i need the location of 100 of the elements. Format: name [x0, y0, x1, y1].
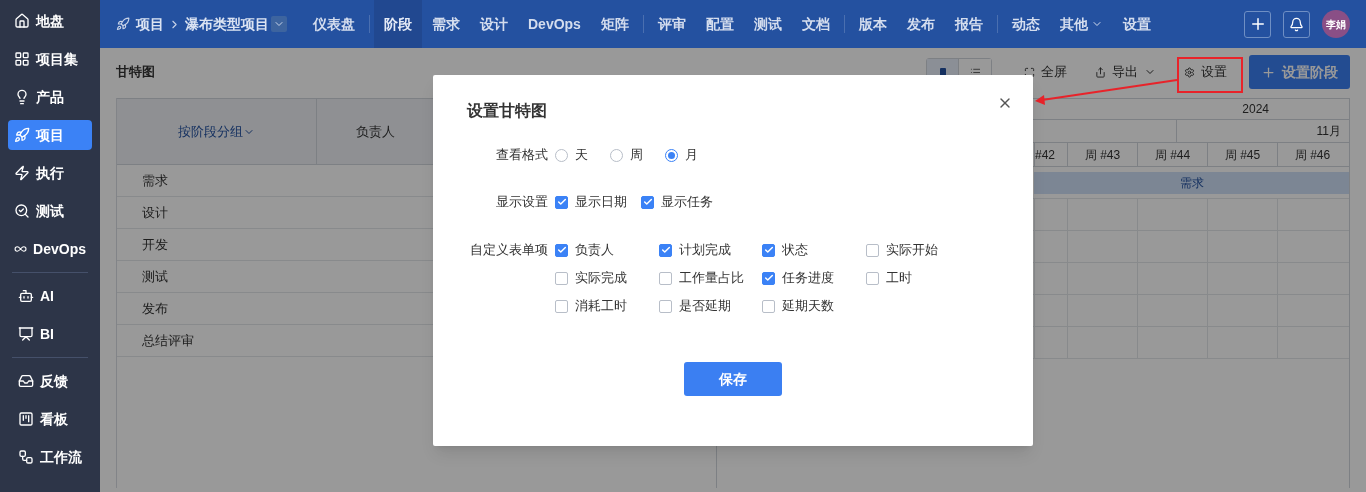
project-dropdown[interactable] — [271, 16, 287, 32]
checkbox[interactable] — [641, 195, 654, 209]
avatar[interactable]: 李娟 — [1322, 10, 1350, 38]
checkbox[interactable] — [659, 299, 672, 313]
nav-tab[interactable]: 测试 — [743, 0, 792, 48]
checkbox-label: 实际完成 — [575, 269, 627, 288]
project-name[interactable]: 瀑布类型项目 — [185, 13, 269, 35]
field-label: 显示设置 — [495, 193, 549, 212]
checkbox-label: 工时 — [886, 269, 912, 288]
toolbar-button[interactable]: 设置 — [1174, 57, 1237, 87]
rocket-icon — [14, 127, 30, 143]
checkbox[interactable] — [555, 271, 568, 285]
nav-tab[interactable]: 动态 — [1001, 0, 1050, 48]
house-icon — [14, 13, 30, 29]
checkbox-label: 延期天数 — [782, 297, 834, 316]
table-cell-text: 需求 — [142, 171, 168, 190]
table-cell-text: 发布 — [142, 299, 168, 318]
bell-icon — [1289, 16, 1304, 32]
week-label: 周 #44 — [1154, 146, 1191, 164]
nav-tab[interactable]: 评审 — [647, 0, 696, 48]
checkbox[interactable] — [762, 243, 775, 257]
checkbox-label: 实际开始 — [886, 241, 938, 260]
week-label: #42 — [1035, 146, 1056, 164]
nav-tab[interactable]: 仪表盘 — [303, 0, 365, 48]
table-cell-text: 总结评审 — [142, 331, 194, 350]
sidebar-item[interactable]: 产品 — [8, 82, 92, 112]
settings-icon — [1184, 66, 1195, 78]
nav-tab[interactable]: 阶段 — [374, 0, 422, 48]
sidebar-item[interactable]: 工作流 — [12, 442, 88, 472]
sidebar-item[interactable]: AI — [12, 281, 88, 311]
checkbox-label: 工作量占比 — [679, 269, 744, 288]
checkbox-label: 显示日期 — [575, 193, 627, 212]
breadcrumb-link[interactable]: 项目 — [136, 13, 164, 35]
nav-tab[interactable]: 其他 — [1049, 0, 1113, 48]
plus-icon — [1261, 64, 1276, 80]
month-label: 11月 — [1316, 123, 1341, 140]
table-cell-text: 开发 — [142, 235, 168, 254]
sidebar-item[interactable]: 执行 — [8, 158, 92, 188]
nav-tab[interactable]: 矩阵 — [590, 0, 639, 48]
sidebar-item[interactable]: BI — [12, 319, 88, 349]
sidebar-item[interactable]: 看板 — [12, 404, 88, 434]
sidebar-item[interactable]: 测试 — [8, 196, 92, 226]
nav-tab[interactable]: 配置 — [695, 0, 744, 48]
lightbulb-icon — [14, 89, 30, 105]
dialog-title: 设置甘特图 — [467, 101, 547, 121]
rocket-icon — [116, 17, 130, 31]
checkbox[interactable] — [866, 243, 879, 257]
checkbox[interactable] — [555, 195, 568, 209]
chart-board-icon — [18, 326, 34, 342]
checkbox[interactable] — [555, 243, 568, 257]
checkbox[interactable] — [659, 243, 672, 257]
field-label: 查看格式 — [495, 146, 549, 165]
nav-tab[interactable]: 文档 — [791, 0, 840, 48]
sidebar-item[interactable]: 项目集 — [8, 44, 92, 74]
nav-tab[interactable]: DevOps — [518, 0, 591, 48]
save-button[interactable]: 保存 — [684, 362, 782, 396]
checkbox[interactable] — [762, 271, 775, 285]
gantt-bar[interactable]: 需求 — [1034, 171, 1349, 194]
table-cell-text: 测试 — [142, 267, 168, 286]
week-label: 周 #46 — [1294, 146, 1331, 164]
checkbox-label: 显示任务 — [661, 193, 713, 212]
lightning-icon — [14, 165, 30, 181]
week-label: 周 #43 — [1084, 146, 1121, 164]
nav-tab[interactable]: 报告 — [944, 0, 993, 48]
nav-tab[interactable]: 需求 — [422, 0, 470, 48]
radio-label: 月 — [685, 146, 698, 165]
primary-button[interactable]: 设置阶段 — [1249, 55, 1350, 89]
sidebar-item[interactable]: 项目 — [8, 120, 92, 150]
nav-tab[interactable]: 设计 — [470, 0, 518, 48]
checkbox-label: 状态 — [782, 241, 808, 260]
magnifier-icon — [14, 203, 30, 219]
sidebar-item[interactable]: 地盘 — [8, 6, 92, 36]
table-cell-text: 设计 — [142, 203, 168, 222]
sidebar-item[interactable]: 反馈 — [12, 366, 88, 396]
checkbox-label: 是否延期 — [679, 297, 731, 316]
checkbox-label: 任务进度 — [782, 269, 834, 288]
nav-tab[interactable]: 发布 — [896, 0, 945, 48]
nav-tab[interactable]: 版本 — [848, 0, 897, 48]
notification-button[interactable] — [1283, 10, 1310, 38]
year-label: 2024 — [1242, 101, 1269, 118]
radio-label: 周 — [630, 146, 643, 165]
checkbox[interactable] — [555, 299, 568, 313]
workflow-icon — [18, 449, 34, 465]
checkbox[interactable] — [866, 271, 879, 285]
column-header[interactable]: 按阶段分组 — [117, 99, 317, 164]
checkbox[interactable] — [762, 299, 775, 313]
checkbox[interactable] — [659, 271, 672, 285]
sidebar-item[interactable]: DevOps — [8, 234, 92, 264]
toolbar-button[interactable]: 导出 — [1085, 57, 1166, 87]
field-label: 自定义表单项 — [469, 241, 549, 259]
robot-icon — [18, 288, 34, 304]
checkbox-label: 负责人 — [575, 241, 614, 260]
share-icon — [1095, 66, 1106, 78]
week-label: 周 #45 — [1224, 146, 1261, 164]
inbox-icon — [18, 373, 34, 389]
nav-tab[interactable]: 设置 — [1112, 0, 1161, 48]
checkbox-label: 计划完成 — [679, 241, 731, 260]
page-title: 甘特图 — [116, 63, 155, 82]
add-button[interactable] — [1244, 10, 1271, 38]
checkbox-label: 消耗工时 — [575, 297, 627, 316]
